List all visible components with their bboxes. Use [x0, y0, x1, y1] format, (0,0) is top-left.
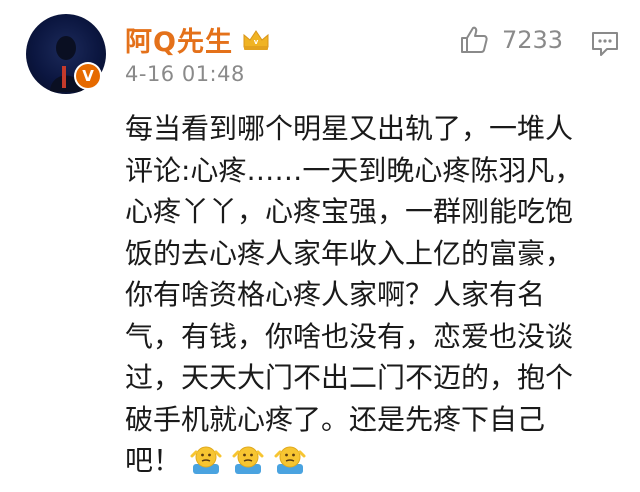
vip-crown-icon: v [241, 27, 271, 51]
comment-line: 心疼丫丫，心疼宝强，一群刚能吃饱 [125, 195, 574, 228]
username-row: 阿Q先生 v [125, 20, 271, 59]
comment-line-text: 吧！ [125, 444, 182, 477]
comment-timestamp: 4-16 01:48 [125, 62, 245, 86]
verified-badge: V [74, 62, 102, 90]
svg-text:v: v [254, 38, 259, 46]
comment-line: 过，天天大门不出二门不迈的，抱个 [125, 361, 574, 394]
username[interactable]: 阿Q先生 [125, 20, 233, 59]
shrug-emoji-icon [189, 442, 223, 476]
verified-v-icon: V [76, 64, 100, 88]
comment-card: V 阿Q先生 v 4-16 01:48 7233 每当看到哪个明星又出轨了，一堆… [0, 0, 640, 492]
like-count: 7233 [502, 26, 564, 54]
comment-body: 每当看到哪个明星又出轨了，一堆人 评论:心疼……一天到晚心疼陈羽凡， 心疼丫丫，… [125, 108, 625, 482]
comment-line: 你有啥资格心疼人家啊？人家有名 [125, 278, 546, 311]
comment-line: 评论:心疼……一天到晚心疼陈羽凡， [125, 153, 583, 187]
shrug-emoji-icon [231, 442, 265, 476]
comment-last-line: 吧！ [125, 440, 625, 482]
shrug-emoji-icon [273, 442, 307, 476]
thumbs-up-icon [461, 26, 488, 53]
comment-line: 气，有钱，你啥也没有，恋爱也没谈 [125, 319, 574, 353]
comment-reply-icon[interactable] [590, 28, 620, 58]
comment-line: 每当看到哪个明星又出轨了，一堆人 [125, 112, 574, 145]
like-button[interactable]: 7233 [458, 24, 563, 56]
comment-line: 饭的去心疼人家年收入上亿的富豪， [125, 236, 574, 270]
comment-line: 破手机就心疼了。还是先疼下自己 [125, 402, 546, 436]
